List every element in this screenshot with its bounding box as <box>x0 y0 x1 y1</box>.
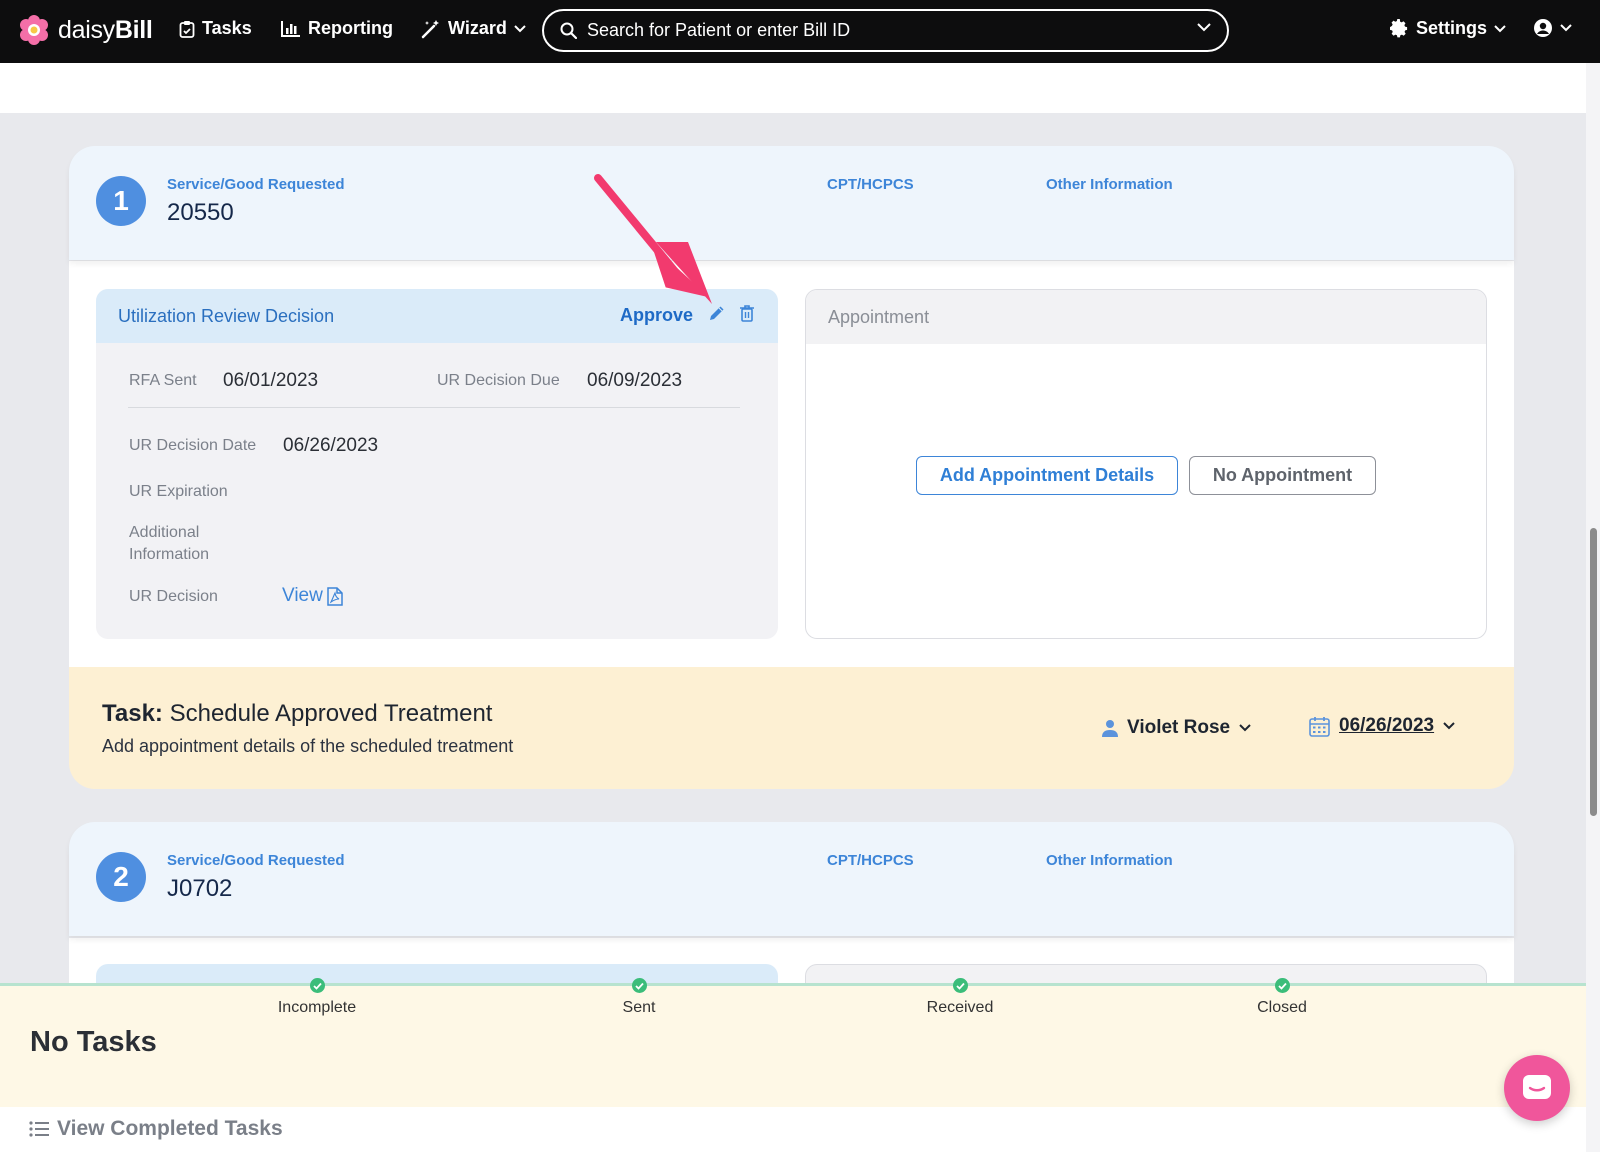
additional-information-label-2: Information <box>129 546 210 563</box>
magic-wand-icon <box>421 19 439 38</box>
pdf-file-icon <box>327 586 343 606</box>
user-menu[interactable] <box>1533 18 1572 38</box>
gear-icon <box>1390 19 1408 38</box>
user-circle-icon <box>1534 19 1552 37</box>
ur-decision-due-label: UR Decision Due <box>437 372 560 389</box>
task-prefix: Task: <box>102 700 163 727</box>
scrollbar-thumb[interactable] <box>1590 528 1597 816</box>
trash-delete-icon[interactable] <box>739 304 755 322</box>
step-label: Closed <box>1257 999 1307 1016</box>
service-card-2-header: 2 Service/Good Requested J0702 CPT/HCPCS… <box>69 822 1514 936</box>
nav-tasks-label: Tasks <box>202 18 252 38</box>
assignee-name: Violet Rose <box>1127 717 1231 738</box>
step-incomplete: Incomplete <box>237 978 397 1017</box>
service-number-badge: 1 <box>96 176 146 226</box>
nav-settings-label: Settings <box>1416 18 1488 38</box>
step-closed: Closed <box>1202 978 1362 1017</box>
service-code: J0702 <box>167 875 233 902</box>
chevron-down-icon <box>1443 722 1455 730</box>
other-information-label: Other Information <box>1046 852 1173 869</box>
step-sent: Sent <box>559 978 719 1017</box>
nav-settings[interactable]: Settings <box>1390 18 1506 39</box>
other-information-label: Other Information <box>1046 176 1173 193</box>
task-description: Add appointment details of the scheduled… <box>102 736 514 756</box>
ur-decision-date-value: 06/26/2023 <box>283 435 379 456</box>
service-card-1-header: 1 Service/Good Requested 20550 CPT/HCPCS… <box>69 146 1514 260</box>
ur-decision-panel-2-peek <box>96 964 778 984</box>
task-due-date-dropdown[interactable]: 06/26/2023 <box>1309 715 1455 737</box>
patient-search-box[interactable] <box>542 9 1229 52</box>
service-label: Service/Good Requested <box>167 176 345 193</box>
service-number-badge: 2 <box>96 852 146 902</box>
calendar-icon <box>1309 716 1330 737</box>
user-icon <box>1102 719 1118 737</box>
due-date-value: 06/26/2023 <box>1339 715 1435 736</box>
search-dropdown-chevron-icon[interactable] <box>1197 23 1211 32</box>
search-icon <box>560 22 577 39</box>
appointment-panel: Appointment Add Appointment Details No A… <box>805 289 1487 639</box>
view-completed-tasks-link[interactable]: View Completed Tasks <box>29 1117 283 1141</box>
brand-bold: Bill <box>114 15 153 44</box>
view-link-label: View <box>282 585 323 606</box>
cpt-hcpcs-label: CPT/HCPCS <box>827 852 914 869</box>
ur-decision-panel: Utilization Review Decision Approve RFA … <box>96 289 778 639</box>
daisybill-logo[interactable]: daisyBill <box>18 14 153 46</box>
check-icon <box>952 978 968 993</box>
bar-chart-icon <box>281 21 300 37</box>
check-icon <box>631 978 647 993</box>
task-status-panel: Incomplete Sent Received Closed No Tasks <box>0 978 1600 1107</box>
no-tasks-heading: No Tasks <box>30 1026 157 1058</box>
service-code: 20550 <box>167 199 234 226</box>
check-icon <box>309 978 325 993</box>
additional-information-label-1: Additional <box>129 524 200 541</box>
ur-decision-title: Utilization Review Decision <box>118 305 335 326</box>
cpt-hcpcs-label: CPT/HCPCS <box>827 176 914 193</box>
no-appointment-button[interactable]: No Appointment <box>1189 456 1376 495</box>
appointment-title: Appointment <box>806 290 1486 344</box>
list-icon <box>29 1121 49 1137</box>
rfa-sent-value: 06/01/2023 <box>223 370 319 391</box>
step-label: Incomplete <box>277 999 357 1016</box>
nav-reporting[interactable]: Reporting <box>281 18 393 39</box>
service-label: Service/Good Requested <box>167 852 345 869</box>
step-label: Received <box>926 999 994 1016</box>
ur-decision-doc-label: UR Decision <box>129 588 218 605</box>
view-completed-label: View Completed Tasks <box>57 1117 283 1140</box>
task-banner: Task: Schedule Approved Treatment Add ap… <box>69 667 1514 789</box>
view-ur-decision-link[interactable]: View <box>282 585 343 607</box>
vertical-scrollbar[interactable] <box>1586 63 1600 1152</box>
annotation-arrow-icon <box>594 174 712 304</box>
clipboard-check-icon <box>179 20 195 38</box>
brand-light: daisy <box>58 15 115 44</box>
nav-wizard[interactable]: Wizard <box>421 18 526 39</box>
nav-wizard-label: Wizard <box>448 18 507 38</box>
check-icon <box>1274 978 1290 993</box>
page-top-spacer <box>0 63 1586 113</box>
appointment-panel-2-peek <box>805 964 1487 984</box>
chevron-down-icon <box>514 24 526 32</box>
daisy-flower-icon <box>20 15 48 45</box>
task-title: Schedule Approved Treatment <box>169 700 493 727</box>
task-assignee-dropdown[interactable]: Violet Rose <box>1102 717 1251 739</box>
add-appointment-details-button[interactable]: Add Appointment Details <box>916 456 1178 495</box>
step-received: Received <box>880 978 1040 1017</box>
chat-launcher-button[interactable] <box>1504 1055 1570 1121</box>
chevron-down-icon <box>1560 24 1572 32</box>
nav-tasks[interactable]: Tasks <box>179 18 252 39</box>
chat-icon <box>1523 1075 1551 1099</box>
nav-reporting-label: Reporting <box>308 18 393 38</box>
ur-decision-date-label: UR Decision Date <box>129 437 257 454</box>
divider <box>128 407 740 408</box>
step-label: Sent <box>622 999 656 1016</box>
top-nav: daisyBill Tasks Reporting Wizard Setting… <box>0 0 1600 63</box>
chevron-down-icon <box>1494 24 1506 32</box>
ur-expiration-label: UR Expiration <box>129 483 228 500</box>
chevron-down-icon <box>1239 724 1251 732</box>
footer-bar: View Completed Tasks <box>0 1107 1600 1152</box>
ur-decision-due-value: 06/09/2023 <box>587 370 683 391</box>
rfa-sent-label: RFA Sent <box>129 372 197 389</box>
search-input[interactable] <box>587 20 1187 41</box>
